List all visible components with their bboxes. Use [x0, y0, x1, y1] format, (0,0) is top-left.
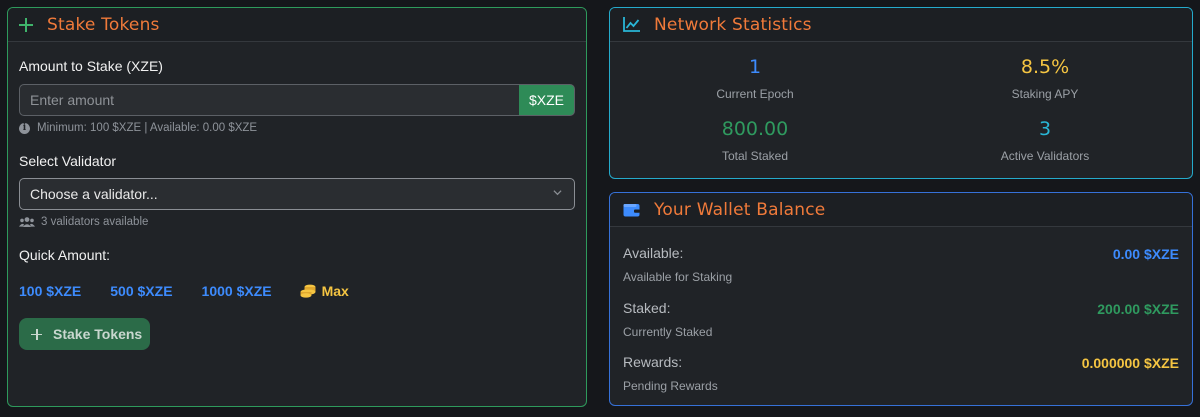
amount-hint-text: Minimum: 100 $XZE | Available: 0.00 $XZE [37, 122, 258, 134]
stake-tokens-button[interactable]: Stake Tokens [19, 318, 150, 350]
stat-value: 3 [1038, 118, 1052, 140]
validator-selected-value: Choose a validator... [30, 186, 158, 202]
coins-icon [300, 284, 316, 298]
stat-total-staked: 800.00 Total Staked [610, 118, 900, 163]
wallet-balance-card: Your Wallet Balance Available: Available… [609, 192, 1193, 406]
balance-name: Staked: [623, 300, 671, 316]
max-button[interactable]: Max [283, 279, 360, 303]
validator-hint-text: 3 validators available [41, 216, 149, 228]
stat-value: 800.00 [721, 118, 789, 140]
stat-label: Staking APY [1011, 87, 1079, 101]
quick-amount-1000-button[interactable]: 1000 $XZE [184, 279, 283, 303]
quick-amount-label: Quick Amount: [19, 247, 111, 263]
balance-name: Available: [623, 245, 684, 261]
stat-label: Active Validators [1000, 149, 1090, 163]
max-label: Max [321, 283, 349, 299]
stat-label: Current Epoch [716, 87, 794, 101]
network-statistics-card: Network Statistics 1 Current Epoch 8.5% … [609, 7, 1193, 179]
stat-current-epoch: 1 Current Epoch [610, 56, 900, 101]
plus-icon [19, 17, 33, 32]
amount-label: Amount to Stake (XZE) [19, 58, 163, 74]
balance-value: 200.00 $XZE [1097, 301, 1179, 317]
balance-sub: Pending Rewards [623, 379, 718, 393]
stat-label: Total Staked [721, 149, 789, 163]
stat-active-validators: 3 Active Validators [900, 118, 1190, 163]
balance-row-available: Available: Available for Staking 0.00 $X… [623, 245, 1179, 284]
stat-staking-apy: 8.5% Staking APY [900, 56, 1190, 101]
amount-input[interactable] [19, 84, 519, 116]
stats-card-title: Network Statistics [654, 14, 812, 35]
users-icon [19, 217, 35, 227]
validator-hint: 3 validators available [19, 216, 148, 228]
balance-sub: Available for Staking [623, 270, 733, 284]
amount-hint: i Minimum: 100 $XZE | Available: 0.00 $X… [19, 122, 257, 134]
stake-card-title: Stake Tokens [47, 14, 160, 35]
balance-value: 0.000000 $XZE [1081, 355, 1179, 371]
plus-icon [31, 328, 42, 340]
chart-line-icon [623, 17, 640, 32]
amount-input-group: $XZE [19, 84, 575, 116]
quick-amount-500-button[interactable]: 500 $XZE [92, 279, 183, 303]
balance-row-rewards: Rewards: Pending Rewards 0.000000 $XZE [623, 354, 1179, 393]
unit-addon: $XZE [519, 84, 575, 116]
quick-amount-100-button[interactable]: 100 $XZE [8, 279, 92, 303]
wallet-card-title: Your Wallet Balance [654, 199, 826, 220]
balance-sub: Currently Staked [623, 325, 713, 339]
stat-value: 8.5% [1020, 56, 1070, 78]
stake-tokens-card: Stake Tokens Amount to Stake (XZE) $XZE … [7, 7, 587, 407]
balance-value: 0.00 $XZE [1112, 246, 1179, 262]
wallet-icon [623, 203, 640, 216]
stats-card-header: Network Statistics [610, 8, 1192, 42]
stake-button-label: Stake Tokens [53, 326, 143, 342]
validator-select[interactable]: Choose a validator... [19, 178, 575, 210]
balance-row-staked: Staked: Currently Staked 200.00 $XZE [623, 300, 1179, 339]
validator-label: Select Validator [19, 153, 117, 169]
info-icon: i [19, 122, 30, 134]
stake-card-header: Stake Tokens [8, 8, 586, 42]
wallet-card-header: Your Wallet Balance [610, 193, 1192, 227]
stat-value: 1 [748, 56, 762, 78]
quick-amount-row: 100 $XZE 500 $XZE 1000 $XZE Max [8, 279, 360, 303]
chevron-down-icon [553, 190, 562, 196]
